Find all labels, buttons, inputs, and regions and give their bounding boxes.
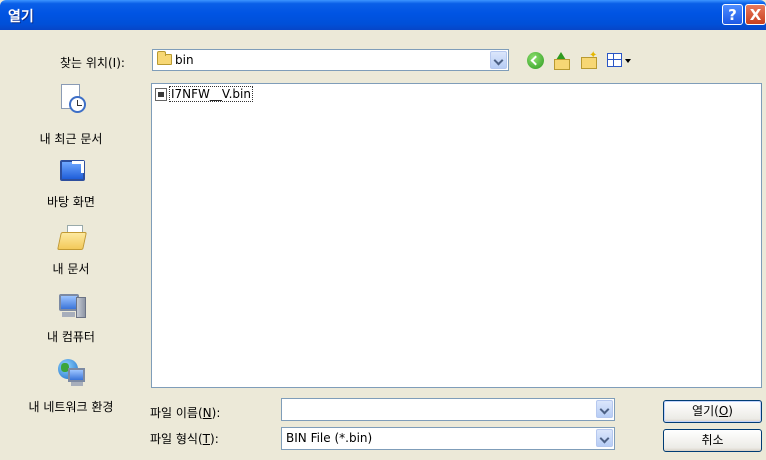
file-name: I7NFW__V.bin (169, 86, 253, 102)
desktop-icon (57, 158, 87, 188)
my-documents-icon (57, 223, 87, 253)
my-computer-icon (57, 292, 87, 322)
new-folder-icon[interactable]: ✦ (580, 50, 597, 69)
lookin-dropdown[interactable]: bin (152, 49, 509, 71)
back-icon[interactable] (527, 52, 544, 69)
view-menu-icon[interactable] (607, 52, 633, 69)
cancel-button[interactable]: 취소 (663, 429, 762, 452)
place-recent-documents[interactable]: 내 최근 문서 (0, 80, 142, 152)
place-label: 내 문서 (52, 262, 90, 276)
up-folder-icon[interactable] (553, 52, 570, 70)
open-button[interactable]: 열기(O) (663, 400, 762, 423)
chevron-down-icon[interactable] (596, 429, 613, 447)
chevron-down-icon[interactable] (596, 400, 613, 418)
filename-input[interactable] (281, 398, 615, 421)
place-label: 바탕 화면 (47, 195, 95, 209)
close-button[interactable]: X (745, 4, 766, 25)
filetype-value: BIN File (*.bin) (286, 431, 373, 445)
lookin-label: 찾는 위치(I): (60, 56, 125, 70)
folder-icon (157, 51, 172, 65)
place-label: 내 최근 문서 (39, 132, 103, 146)
lookin-value: bin (175, 53, 194, 67)
file-list[interactable]: I7NFW__V.bin (151, 83, 762, 388)
place-my-computer[interactable]: 내 컴퓨터 (0, 288, 142, 348)
filetype-label: 파일 형식(T): (150, 432, 219, 446)
place-label: 내 컴퓨터 (47, 330, 95, 344)
place-desktop[interactable]: 바탕 화면 (0, 156, 142, 216)
bin-file-icon (155, 87, 167, 101)
place-network[interactable]: 내 네트워크 환경 (0, 354, 142, 418)
place-label: 내 네트워크 환경 (28, 400, 114, 414)
help-button[interactable]: ? (722, 4, 743, 25)
filetype-dropdown[interactable]: BIN File (*.bin) (281, 427, 615, 450)
place-my-documents[interactable]: 내 문서 (0, 220, 142, 282)
list-item[interactable]: I7NFW__V.bin (155, 86, 253, 102)
places-bar: 내 최근 문서 바탕 화면 내 문서 내 컴퓨터 내 네트워크 환경 (0, 78, 142, 450)
window-title: 열기 (8, 9, 34, 25)
recent-documents-icon (57, 84, 87, 114)
chevron-down-icon[interactable] (490, 51, 507, 69)
filename-label: 파일 이름(N): (150, 406, 221, 420)
title-bar: 열기 ? X (0, 0, 766, 30)
network-icon (57, 359, 87, 389)
